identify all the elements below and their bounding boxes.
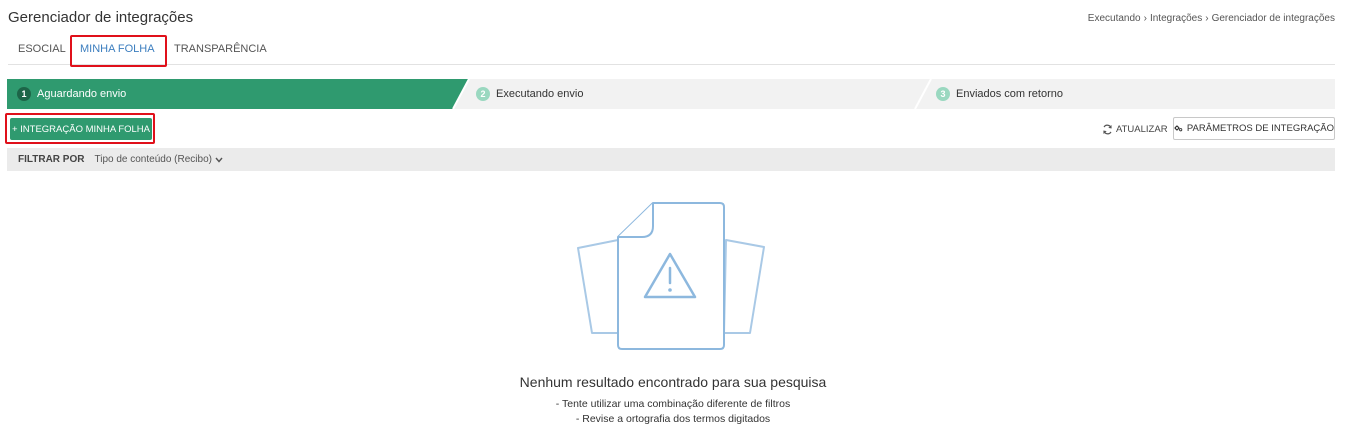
filter-bar: FILTRAR POR Tipo de conteúdo (Recibo): [7, 148, 1335, 171]
step-aguardando-envio[interactable]: 1 Aguardando envio: [17, 79, 126, 109]
refresh-button[interactable]: ATUALIZAR: [1102, 119, 1168, 139]
refresh-label: ATUALIZAR: [1116, 123, 1168, 135]
step-label: Aguardando envio: [37, 88, 127, 100]
breadcrumb-separator: ›: [1143, 13, 1147, 24]
refresh-icon: [1103, 124, 1112, 134]
page-title: Gerenciador de integrações: [8, 9, 194, 26]
breadcrumb-item-executando[interactable]: Executando: [1088, 13, 1141, 24]
tab-esocial[interactable]: ESOCIAL: [18, 34, 66, 65]
gears-icon: [1174, 125, 1183, 132]
tab-bar: ESOCIAL MINHA FOLHA TRANSPARÊNCIA: [8, 34, 1335, 65]
params-label: PARÂMETROS DE INTEGRAÇÃO: [1186, 123, 1334, 134]
content-type-filter[interactable]: Tipo de conteúdo (Recibo): [94, 154, 223, 165]
integration-params-button[interactable]: PARÂMETROS DE INTEGRAÇÃO: [1173, 117, 1335, 140]
breadcrumb-item-current: Gerenciador de integrações: [1211, 13, 1335, 24]
empty-state-hint: - Revise a ortografia dos termos digitad…: [575, 413, 771, 425]
filter-label: FILTRAR POR: [18, 154, 85, 165]
step-label: Executando envio: [496, 88, 584, 100]
add-integration-button[interactable]: + INTEGRAÇÃO MINHA FOLHA: [10, 118, 152, 140]
empty-state-hint: - Tente utilizar uma combinação diferent…: [555, 398, 791, 410]
tab-transparencia[interactable]: TRANSPARÊNCIA: [174, 34, 267, 65]
step-number: 3: [936, 87, 950, 101]
step-enviados-com-retorno[interactable]: 3 Enviados com retorno: [936, 79, 1063, 109]
empty-state-title: Nenhum resultado encontrado para sua pes…: [519, 374, 827, 390]
document-warning-icon: [577, 202, 765, 350]
breadcrumb: Executando › Integrações › Gerenciador de in…: [1088, 13, 1335, 24]
breadcrumb-separator: ›: [1205, 13, 1209, 24]
breadcrumb-item-integracoes[interactable]: Integrações: [1150, 13, 1202, 24]
step-label: Enviados com retorno: [956, 88, 1063, 100]
stepper-background: [7, 79, 932, 109]
tab-minha-folha[interactable]: MINHA FOLHA: [80, 34, 155, 65]
filter-select-value: Tipo de conteúdo (Recibo): [94, 154, 212, 165]
step-number: 1: [17, 87, 31, 101]
progress-stepper: 1 Aguardando envio 2 Executando envio 3 …: [7, 79, 1335, 109]
step-number: 2: [476, 87, 490, 101]
chevron-down-icon: [215, 157, 223, 163]
step-executando-envio[interactable]: 2 Executando envio: [476, 79, 583, 109]
